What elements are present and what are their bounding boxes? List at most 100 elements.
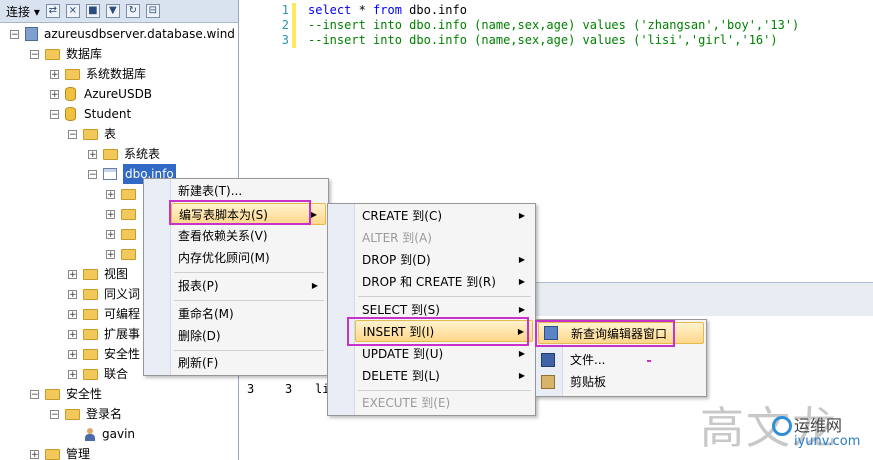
menu-item-file[interactable]: 文件...	[563, 349, 704, 371]
expand-toggle-icon[interactable]: +	[50, 69, 59, 79]
tree-subfolder[interactable]: +	[106, 204, 142, 224]
menu-item-insert-to[interactable]: INSERT 到(I) ▶	[355, 320, 533, 342]
folder-icon	[121, 228, 136, 240]
submenu-arrow-icon: ▶	[518, 255, 525, 264]
submenu-arrow-icon: ▶	[518, 349, 525, 358]
code-line-1: select * from dbo.info	[308, 3, 467, 17]
menu-item-new-query-window[interactable]: 新查询编辑器窗口	[538, 322, 704, 344]
folder-icon	[83, 268, 98, 280]
folder-icon	[103, 148, 118, 160]
code-line-3: --insert into dbo.info (name,sex,age) va…	[308, 33, 778, 47]
tree-logins[interactable]: − 登录名	[50, 404, 122, 424]
tree-views[interactable]: + 视图	[68, 264, 128, 284]
connect-icon[interactable]: ⇄	[45, 4, 60, 18]
folder-icon	[45, 48, 60, 60]
menu-item-script-table-as[interactable]: 编写表脚本为(S) ▶	[171, 203, 326, 225]
menu-item-delete-to[interactable]: DELETE 到(L) ▶	[355, 365, 533, 387]
folder-icon	[83, 328, 98, 340]
menu-item-drop-to[interactable]: DROP 到(D) ▶	[355, 249, 533, 271]
collapse-toggle-icon[interactable]: −	[50, 109, 59, 119]
menu-item-memory-advisor[interactable]: 内存优化顾问(M)	[171, 247, 326, 269]
stop-icon[interactable]: ■	[85, 4, 100, 18]
tree-programmability[interactable]: + 可编程	[68, 304, 140, 324]
collapse-toggle-icon[interactable]: −	[88, 169, 97, 179]
folder-icon	[45, 388, 60, 400]
folder-icon	[83, 348, 98, 360]
collapse-toggle-icon[interactable]: −	[68, 129, 77, 139]
refresh-icon[interactable]: ↻	[125, 4, 140, 18]
tree-databases[interactable]: − 数据库	[30, 44, 102, 64]
expand-toggle-icon[interactable]: +	[68, 289, 77, 299]
expand-toggle-icon[interactable]: +	[68, 369, 77, 379]
expand-toggle-icon[interactable]: +	[68, 309, 77, 319]
collapse-icon[interactable]: ⊟	[145, 4, 160, 18]
tree-login-gavin[interactable]: gavin	[84, 424, 135, 444]
expand-toggle-icon[interactable]: +	[106, 229, 115, 239]
table-icon	[103, 168, 117, 180]
tree-system-databases[interactable]: + 系统数据库	[50, 64, 146, 84]
collapse-toggle-icon[interactable]: −	[30, 389, 39, 399]
submenu-arrow-icon: ▶	[311, 281, 318, 290]
expand-toggle-icon[interactable]: +	[30, 449, 39, 459]
expand-toggle-icon[interactable]: +	[68, 349, 77, 359]
disconnect-icon[interactable]: ⨯	[65, 4, 80, 18]
menu-item-clipboard[interactable]: 剪贴板	[563, 371, 704, 393]
change-indicator-bar	[292, 3, 296, 48]
tree-security[interactable]: − 安全性	[30, 384, 102, 404]
menu-item-reports[interactable]: 报表(P) ▶	[171, 275, 326, 297]
tree-synonyms[interactable]: + 同义词	[68, 284, 140, 304]
menu-item-view-dependencies[interactable]: 查看依赖关系(V)	[171, 225, 326, 247]
expand-toggle-icon[interactable]: +	[68, 269, 77, 279]
folder-icon	[83, 128, 98, 140]
menu-item-update-to[interactable]: UPDATE 到(U) ▶	[355, 343, 533, 365]
folder-icon	[83, 368, 98, 380]
expand-toggle-icon[interactable]: +	[88, 149, 97, 159]
server-icon	[25, 27, 38, 41]
folder-icon	[45, 448, 60, 460]
result-cell: 3	[247, 382, 255, 396]
database-icon	[65, 107, 76, 121]
submenu-arrow-icon: ▶	[518, 305, 525, 314]
tree-student[interactable]: − Student	[50, 104, 131, 124]
menu-item-delete[interactable]: 删除(D)	[171, 325, 326, 347]
expand-toggle-icon[interactable]: +	[50, 89, 59, 99]
tree-server[interactable]: − azureusdbserver.database.wind	[10, 24, 235, 44]
folder-icon	[121, 248, 136, 260]
folder-icon	[121, 188, 136, 200]
expand-toggle-icon[interactable]: +	[106, 249, 115, 259]
connect-button[interactable]: 连接 ▾	[6, 3, 40, 20]
script-as-submenu: CREATE 到(C) ▶ ALTER 到(A) DROP 到(D) ▶ DROP …	[327, 203, 536, 416]
user-icon	[84, 427, 96, 441]
tree-subfolder[interactable]: +	[106, 184, 142, 204]
menu-item-create-to[interactable]: CREATE 到(C) ▶	[355, 205, 533, 227]
submenu-arrow-icon: ▶	[518, 277, 525, 286]
clipboard-icon	[541, 375, 555, 389]
menu-item-drop-create-to[interactable]: DROP 和 CREATE 到(R) ▶	[355, 271, 533, 293]
folder-icon	[83, 308, 98, 320]
expand-toggle-icon[interactable]: +	[68, 329, 77, 339]
tree-federations[interactable]: + 联合	[68, 364, 128, 384]
menu-item-refresh[interactable]: 刷新(F)	[171, 352, 326, 374]
tree-subfolder[interactable]: +	[106, 244, 142, 264]
tree-management[interactable]: + 管理	[30, 444, 90, 460]
menu-item-rename[interactable]: 重命名(M)	[171, 303, 326, 325]
tree-extended-events[interactable]: + 扩展事	[68, 324, 140, 344]
menu-item-select-to[interactable]: SELECT 到(S) ▶	[355, 299, 533, 321]
tree-security-db[interactable]: + 安全性	[68, 344, 140, 364]
tree-system-tables[interactable]: + 系统表	[88, 144, 160, 164]
tree-subfolder[interactable]: +	[106, 224, 142, 244]
line-number: 1	[281, 3, 289, 17]
expand-toggle-icon[interactable]: +	[106, 189, 115, 199]
menu-item-execute-to: EXECUTE 到(E)	[362, 396, 451, 410]
menu-item-new-table[interactable]: 新建表(T)...	[171, 180, 326, 202]
tree-azureusdb[interactable]: + AzureUSDB	[50, 84, 152, 104]
result-cell: 3	[285, 382, 293, 396]
table-context-menu: 新建表(T)... 编写表脚本为(S) ▶ 查看依赖关系(V) 内存优化顾问(M)…	[143, 178, 329, 376]
tree-tables[interactable]: − 表	[68, 124, 116, 144]
expand-toggle-icon[interactable]: +	[106, 209, 115, 219]
collapse-toggle-icon[interactable]: −	[10, 29, 19, 39]
filter-icon[interactable]: ▼	[105, 4, 120, 18]
collapse-toggle-icon[interactable]: −	[30, 49, 39, 59]
line-number: 3	[281, 33, 289, 47]
collapse-toggle-icon[interactable]: −	[50, 409, 59, 419]
